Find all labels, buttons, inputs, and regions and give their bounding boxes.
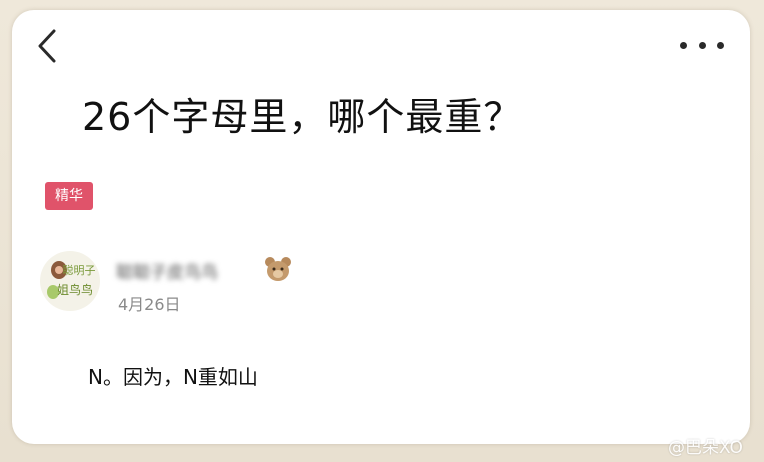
post-title: 26个字母里，哪个最重？ — [82, 95, 523, 139]
chevron-left-icon — [38, 29, 56, 63]
avatar[interactable]: 聪明子 姐鸟鸟 — [39, 250, 101, 312]
bear-icon — [265, 257, 291, 281]
more-horizontal-icon-dot — [698, 41, 706, 49]
watermark: @巴朵XO — [668, 438, 743, 458]
avatar-image: 聪明子 姐鸟鸟 — [40, 251, 100, 311]
featured-badge: 精华 — [45, 182, 93, 210]
post-body: N。因为，N重如山 — [88, 365, 258, 389]
more-horizontal-icon — [680, 41, 687, 49]
author-name[interactable]: 聪聪子皮鸟鸟 — [116, 258, 218, 283]
avatar-text-bottom: 姐鸟鸟 — [57, 282, 93, 297]
screenshot-frame: 26个字母里，哪个最重？ 精华 聪明子 姐鸟鸟 聪聪子皮鸟鸟 4月26日 N。因… — [0, 0, 764, 462]
avatar-text-top: 聪明子 — [63, 263, 96, 277]
more-horizontal-icon-dot — [717, 41, 724, 49]
more-options-button[interactable] — [680, 36, 724, 54]
post-date: 4月26日 — [118, 295, 181, 314]
back-button[interactable] — [34, 28, 62, 64]
